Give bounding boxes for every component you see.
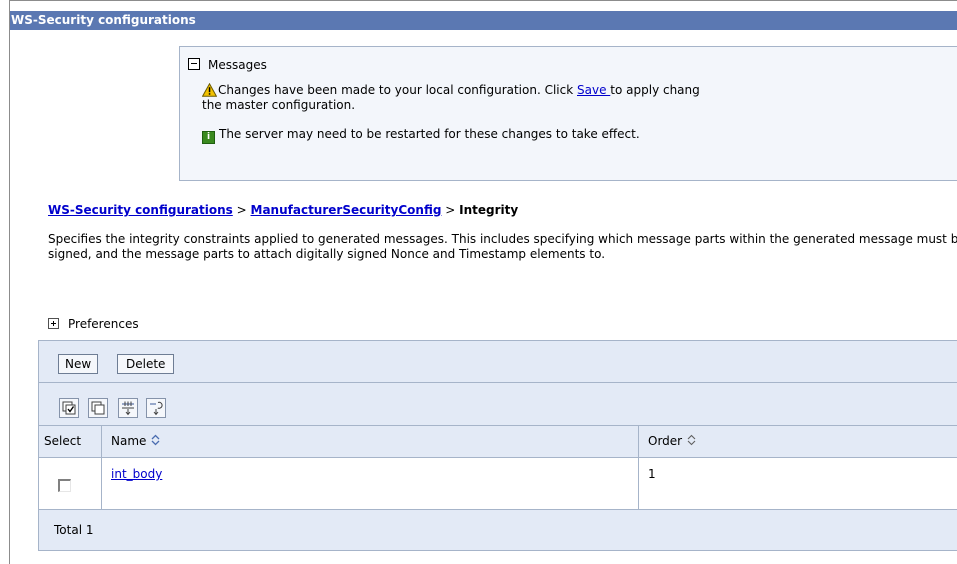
page-title-bar: WS-Security configurations	[10, 11, 957, 30]
table-row: int_body 1	[39, 458, 957, 510]
info-icon: i	[202, 131, 215, 144]
row-name-link[interactable]: int_body	[111, 467, 162, 481]
main-frame: WS-Security configurations Messages Chan…	[9, 0, 957, 564]
column-header-select: Select	[39, 426, 102, 457]
show-filter-icon[interactable]	[118, 398, 138, 418]
page-description: Specifies the integrity constraints appl…	[48, 232, 957, 261]
table-header-row: Select Name Order	[39, 426, 957, 458]
sort-icon[interactable]	[150, 427, 161, 458]
row-name-cell: int_body	[102, 458, 639, 509]
preferences-label: Preferences	[68, 317, 139, 331]
breadcrumb-parent-link[interactable]: ManufacturerSecurityConfig	[251, 203, 442, 217]
column-header-name[interactable]: Name	[102, 426, 639, 457]
expand-icon[interactable]	[48, 318, 59, 329]
warning-message-continued: the master configuration.	[202, 98, 355, 113]
table-total: Total 1	[39, 510, 957, 550]
info-message: i The server may need to be restarted for…	[202, 127, 640, 144]
breadcrumb: WS-Security configurations > Manufacture…	[48, 203, 518, 217]
row-order-cell: 1	[648, 467, 656, 481]
row-select-cell	[39, 458, 102, 509]
new-button[interactable]: New	[58, 354, 99, 374]
messages-header[interactable]: Messages	[188, 58, 267, 72]
warning-text-before: Changes have been made to your local con…	[218, 83, 577, 97]
breadcrumb-current: Integrity	[459, 203, 519, 217]
messages-panel: Messages Changes have been made to your …	[179, 46, 957, 181]
warning-text-after: to apply chang	[610, 83, 700, 97]
select-all-icon[interactable]	[59, 398, 79, 418]
column-header-name-label: Name	[111, 434, 147, 448]
delete-button[interactable]: Delete	[117, 354, 175, 374]
preferences-toggle[interactable]: Preferences	[48, 317, 139, 331]
sort-icon[interactable]	[686, 427, 697, 458]
clear-filter-icon[interactable]	[146, 398, 166, 418]
column-header-order[interactable]: Order	[639, 426, 957, 457]
deselect-all-icon[interactable]	[88, 398, 108, 418]
row-checkbox[interactable]	[58, 479, 71, 492]
breadcrumb-separator: >	[236, 203, 247, 217]
collapse-icon[interactable]	[188, 58, 200, 70]
table-button-bar: New Delete	[39, 341, 957, 383]
save-link[interactable]: Save	[577, 83, 610, 97]
breadcrumb-separator: >	[445, 203, 456, 217]
messages-header-label: Messages	[208, 58, 267, 72]
breadcrumb-root-link[interactable]: WS-Security configurations	[48, 203, 233, 217]
info-text: The server may need to be restarted for …	[219, 127, 640, 141]
column-header-order-label: Order	[648, 434, 683, 448]
warning-text-line2: the master configuration.	[202, 98, 356, 112]
collection-table: New Delete Select Name Order int_body 1 …	[38, 340, 957, 551]
table-icon-toolbar	[39, 383, 957, 426]
